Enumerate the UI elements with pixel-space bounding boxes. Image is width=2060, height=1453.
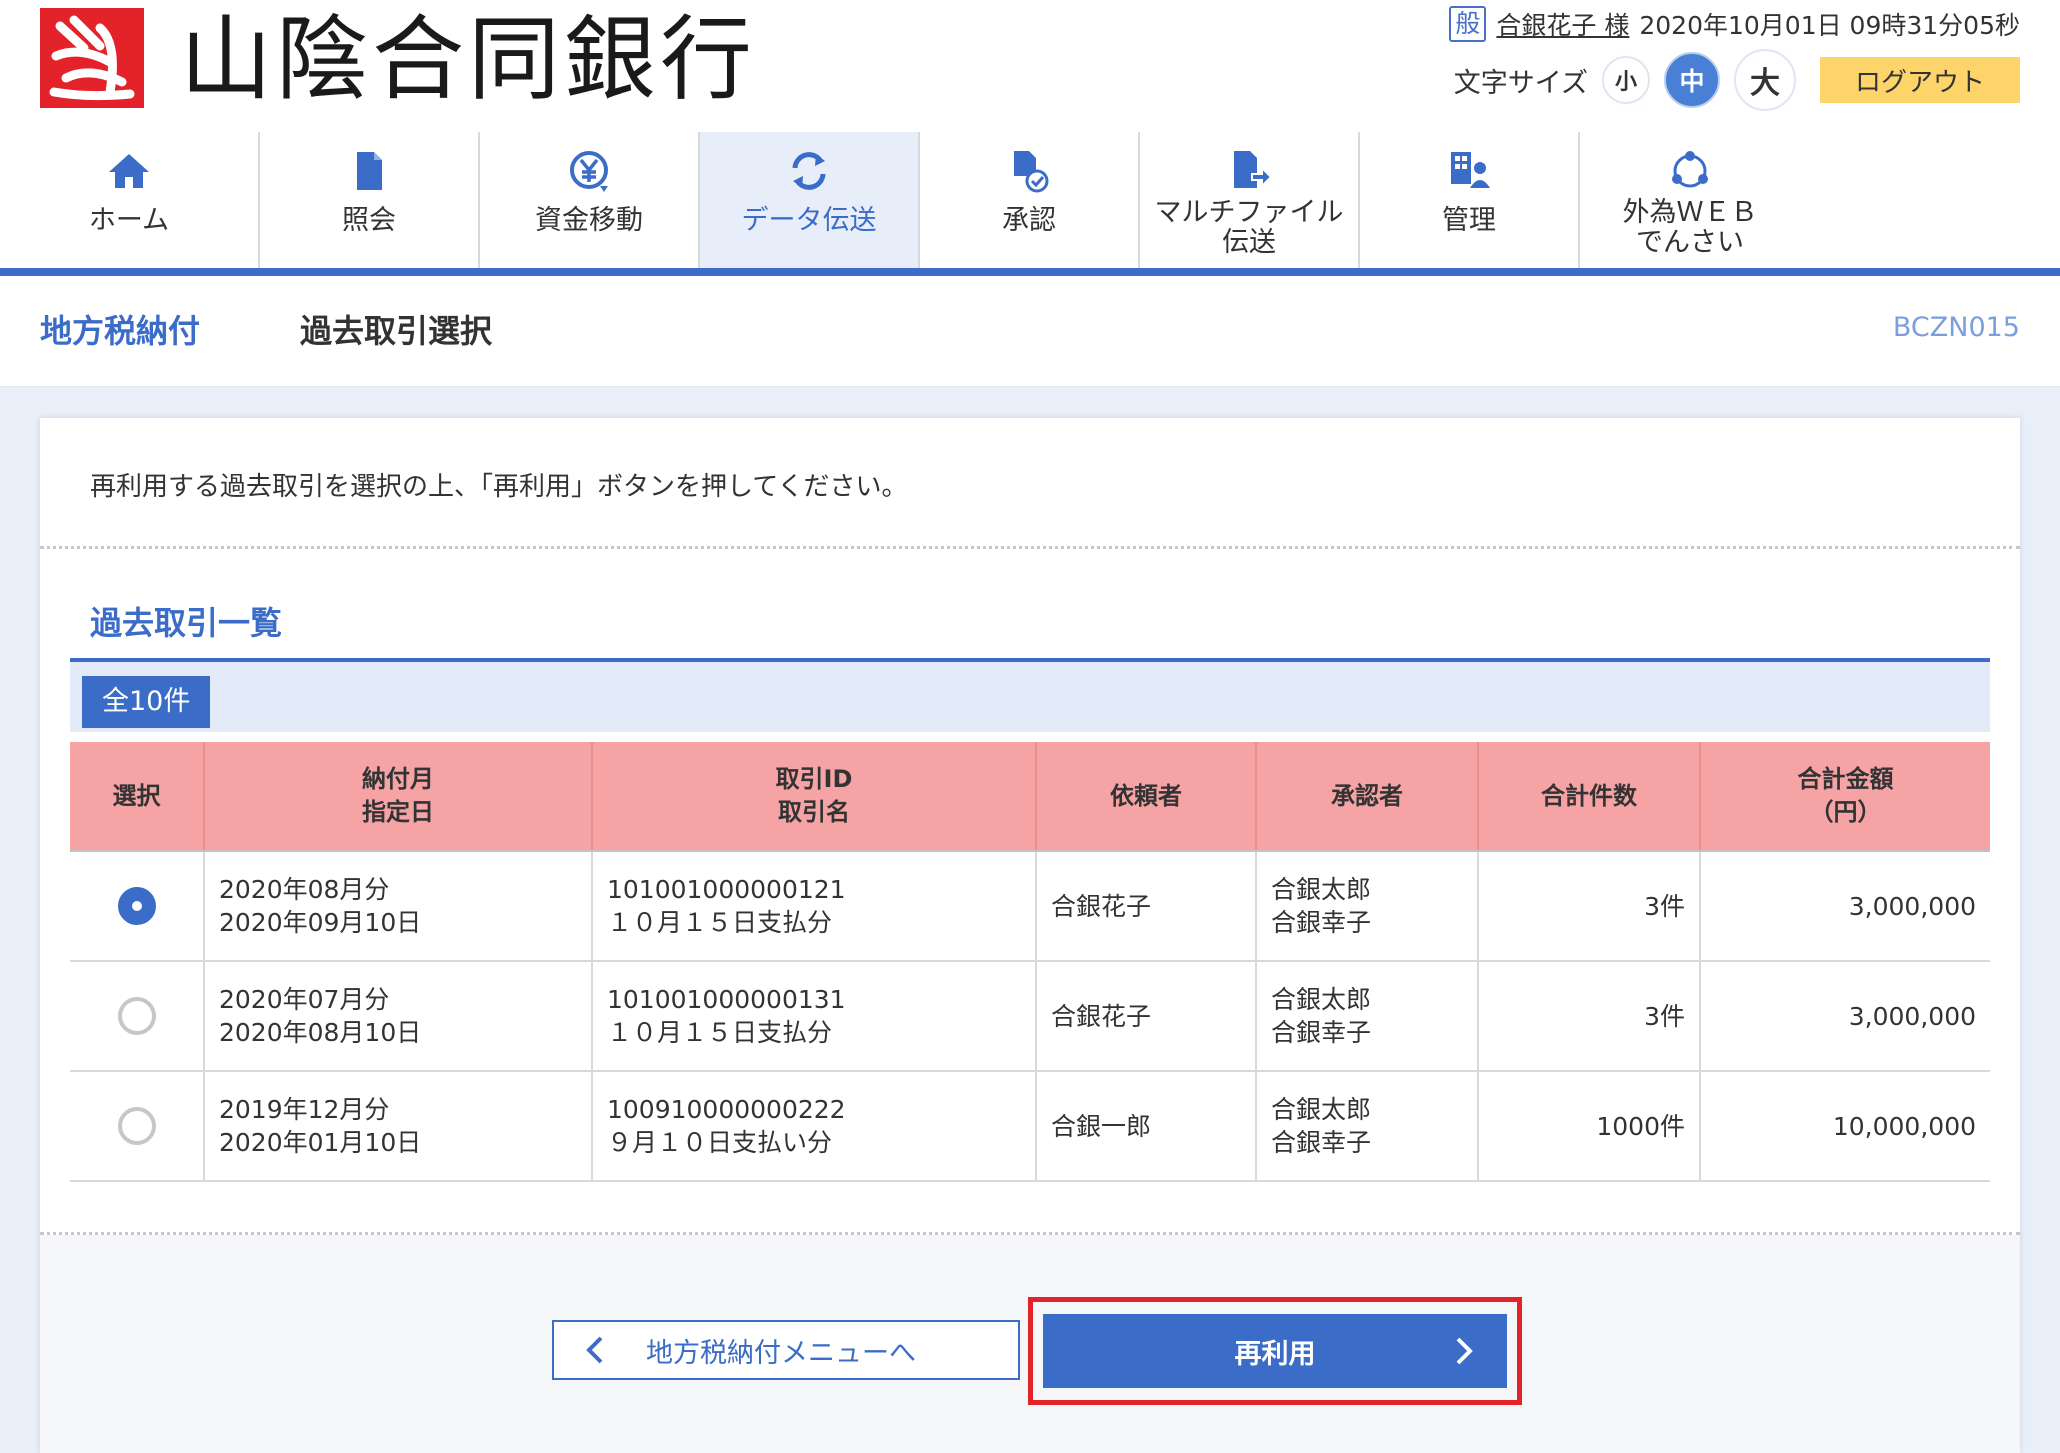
transaction-cell: 101001000000121 １０月１５日支払分 (592, 851, 1037, 962)
font-size-medium-button[interactable]: 中 (1664, 52, 1720, 108)
select-cell (70, 851, 205, 962)
reuse-button-label: 再利用 (1234, 1338, 1316, 1370)
back-to-menu-button[interactable]: 地方税納付メニューへ (552, 1320, 1020, 1380)
nav-label: ホーム (88, 205, 170, 236)
font-size-large-button[interactable]: 大 (1734, 49, 1796, 111)
file-transfer-icon (1234, 151, 1273, 189)
total-count-badge: 全10件 (82, 676, 211, 728)
amount-cell: 3,000,000 (1700, 961, 1990, 1072)
highlight-frame: 再利用 (1028, 1297, 1522, 1405)
amount-cell: 10,000,000 (1700, 1071, 1990, 1182)
nav-label: 承認 (1002, 205, 1056, 236)
transaction-cell: 101001000000131 １０月１５日支払分 (592, 961, 1037, 1072)
requester-cell: 合銀花子 (1036, 961, 1257, 1072)
network-circle-icon (1672, 151, 1708, 188)
bank-name: 山陰合同銀行 (180, 6, 757, 113)
table-header-row: 選択 納付月 指定日 取引ID 取引名 依頼者 承認者 合計件数 合計金額 （円… (70, 742, 1990, 852)
approver-cell: 合銀太郎 合銀幸子 (1256, 961, 1479, 1072)
user-type-badge: 般 (1449, 6, 1487, 42)
instruction-text: 再利用する過去取引を選択の上、「再利用」ボタンを押してください。 (90, 472, 908, 502)
nav-item-inquiry[interactable]: 照会 (260, 132, 480, 268)
month-date-cell: 2020年07月分 2020年08月10日 (204, 961, 593, 1072)
nav-item-foreign-exchange-web[interactable]: 外為ＷＥＢ でんさい (1580, 132, 1800, 268)
column-header-total-count: 合計件数 (1478, 742, 1701, 852)
nav-label: 資金移動 (535, 205, 643, 236)
font-size-controls: 文字サイズ 小 中 大 ログアウト (1453, 49, 2020, 111)
nav-item-management[interactable]: 管理 (1360, 132, 1580, 268)
management-icon (1451, 152, 1490, 188)
divider (40, 546, 2020, 549)
nav-item-multi-file-transfer[interactable]: マルチファイル 伝送 (1140, 132, 1360, 268)
month-date-cell: 2019年12月分 2020年01月10日 (204, 1071, 593, 1182)
login-datetime: 2020年10月01日 09時31分05秒 (1639, 11, 2020, 40)
column-header-transaction-id: 取引ID 取引名 (592, 742, 1037, 852)
select-radio[interactable] (117, 1107, 156, 1145)
font-size-small-button[interactable]: 小 (1602, 56, 1650, 104)
count-cell: 1000件 (1478, 1071, 1701, 1182)
requester-cell: 合銀一郎 (1036, 1071, 1257, 1182)
document-icon (357, 152, 382, 190)
app-header: 山陰合同銀行 般 合銀花子 様 2020年10月01日 09時31分05秒 文字… (0, 0, 2060, 130)
transaction-cell: 100910000000222 ９月１０日支払い分 (592, 1071, 1037, 1182)
reuse-button[interactable]: 再利用 (1043, 1314, 1507, 1388)
amount-cell: 3,000,000 (1700, 851, 1990, 962)
yen-transfer-icon (570, 151, 608, 192)
column-header-approver: 承認者 (1256, 742, 1479, 852)
approval-document-icon (1014, 151, 1049, 193)
user-name-link[interactable]: 合銀花子 様 (1496, 6, 1629, 42)
chevron-left-icon (586, 1336, 603, 1364)
page-title-bar: 地方税納付 過去取引選択 BCZN015 (0, 276, 2060, 387)
table-row[interactable]: 2020年08月分 2020年09月10日 101001000000121 １０… (70, 851, 1990, 962)
nav-item-approval[interactable]: 承認 (920, 132, 1140, 268)
nav-label: 照会 (342, 205, 396, 236)
nav-label: データ伝送 (741, 205, 877, 236)
page-title: 地方税納付 (40, 312, 201, 350)
nav-item-fund-transfer[interactable]: 資金移動 (480, 132, 700, 268)
nav-item-data-transfer[interactable]: データ伝送 (700, 132, 920, 268)
action-area: 地方税納付メニューへ 再利用 (40, 1235, 2020, 1453)
transaction-table: 選択 納付月 指定日 取引ID 取引名 依頼者 承認者 合計件数 合計金額 （円… (70, 742, 1990, 1182)
section-title: 過去取引一覧 (90, 604, 283, 642)
table-row[interactable]: 2019年12月分 2020年01月10日 100910000000222 ９月… (70, 1071, 1990, 1182)
chevron-right-icon (1456, 1337, 1473, 1365)
screen-id: BCZN015 (1892, 312, 2020, 343)
approver-cell: 合銀太郎 合銀幸子 (1256, 851, 1479, 962)
back-button-label: 地方税納付メニューへ (646, 1337, 916, 1369)
nav-label: 外為ＷＥＢ でんさい (1622, 197, 1758, 258)
month-date-cell: 2020年08月分 2020年09月10日 (204, 851, 593, 962)
select-cell (70, 1071, 205, 1182)
logout-button[interactable]: ログアウト (1820, 57, 2020, 103)
main-nav: ホーム 照会 資金移動 データ伝送 承認 マルチファイル 伝送 管理 外為ＷＥＢ… (0, 132, 2060, 276)
select-radio[interactable] (117, 997, 156, 1035)
approver-cell: 合銀太郎 合銀幸子 (1256, 1071, 1479, 1182)
select-cell (70, 961, 205, 1072)
column-header-select: 選択 (70, 742, 205, 852)
column-header-requester: 依頼者 (1036, 742, 1257, 852)
select-radio[interactable] (117, 887, 156, 925)
user-info: 般 合銀花子 様 2020年10月01日 09時31分05秒 (1449, 6, 2020, 42)
font-size-label: 文字サイズ (1453, 67, 1588, 99)
table-row[interactable]: 2020年07月分 2020年08月10日 101001000000131 １０… (70, 961, 1990, 1072)
requester-cell: 合銀花子 (1036, 851, 1257, 962)
sync-icon (792, 152, 826, 190)
column-header-payment-month: 納付月 指定日 (204, 742, 593, 852)
bank-logo-icon (40, 8, 144, 108)
content-card: 再利用する過去取引を選択の上、「再利用」ボタンを押してください。 過去取引一覧 … (40, 418, 2020, 1453)
count-cell: 3件 (1478, 851, 1701, 962)
home-icon (109, 154, 149, 188)
count-cell: 3件 (1478, 961, 1701, 1072)
count-band: 全10件 (70, 662, 1990, 732)
page-subtitle: 過去取引選択 (300, 312, 493, 350)
nav-item-home[interactable]: ホーム (0, 132, 260, 268)
nav-label: 管理 (1442, 205, 1496, 236)
nav-label: マルチファイル 伝送 (1154, 197, 1344, 258)
column-header-total-amount: 合計金額 （円） (1700, 742, 1990, 852)
